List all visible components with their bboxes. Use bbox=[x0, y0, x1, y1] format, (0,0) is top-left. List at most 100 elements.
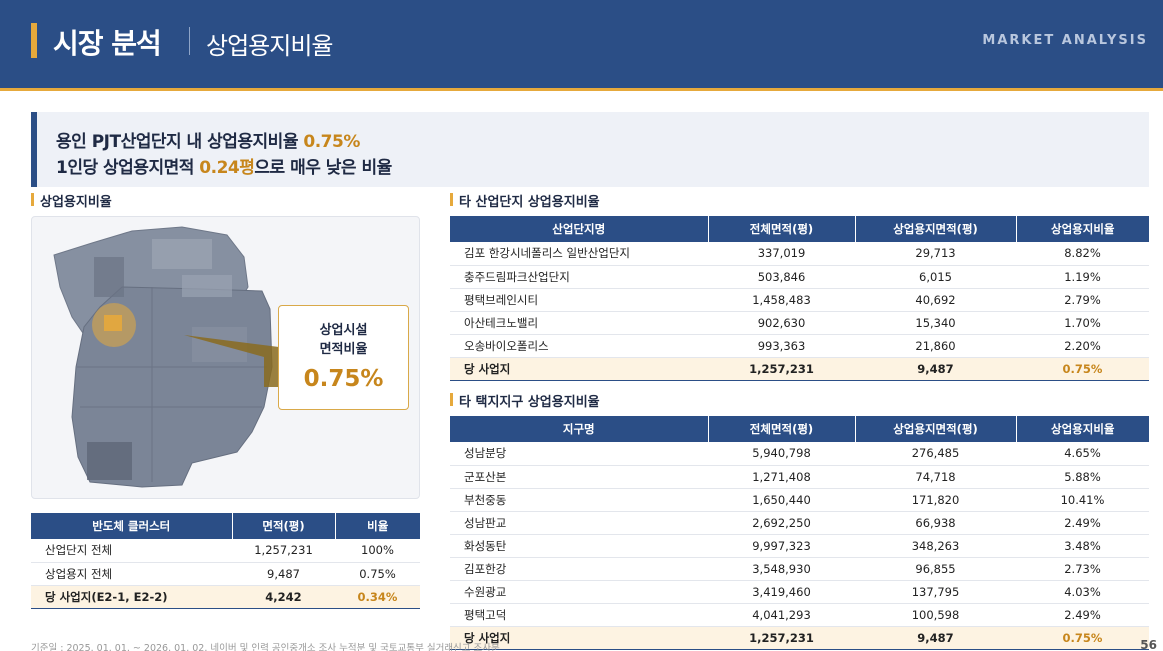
table-cell: 4,041,293 bbox=[708, 603, 855, 627]
housing-district-table: 지구명 전체면적(평) 상업용지면적(평) 상업용지비율 성남분당 5,940,… bbox=[450, 416, 1149, 650]
ratio-callout: 상업시설 면적비율 0.75% bbox=[278, 305, 409, 410]
table-cell: 21,860 bbox=[855, 334, 1016, 358]
summary-line-1-text: 용인 PJT산업단지 내 상업용지비율 bbox=[56, 132, 304, 152]
callout-label: 상업시설 면적비율 bbox=[279, 321, 408, 359]
table-row: 성남분당 5,940,798 276,485 4.65% bbox=[450, 442, 1149, 466]
section-title-commercial-ratio: 상업용지비율 bbox=[31, 191, 112, 210]
footnote: 기준일 : 2025. 01. 01. ~ 2026. 01. 02. 네이버 … bbox=[31, 643, 500, 651]
table-cell: 5.88% bbox=[1016, 465, 1149, 489]
section-title-housing-district: 타 택지지구 상업용지비율 bbox=[450, 391, 600, 410]
table-cell: 산업단지 전체 bbox=[31, 539, 232, 563]
table-cell: 충주드림파크산업단지 bbox=[450, 265, 708, 289]
table-cell: 993,363 bbox=[708, 334, 855, 358]
table-cell: 2.79% bbox=[1016, 288, 1149, 312]
table-cell: 5,940,798 bbox=[708, 442, 855, 466]
table-cell: 화성동탄 bbox=[450, 534, 708, 558]
table-cell: 3,548,930 bbox=[708, 557, 855, 581]
column-header: 상업용지비율 bbox=[1016, 416, 1149, 442]
table-row-highlight: 당 사업지 1,257,231 9,487 0.75% bbox=[450, 626, 1149, 650]
table-row: 부천중동 1,650,440 171,820 10.41% bbox=[450, 488, 1149, 512]
column-header: 비율 bbox=[335, 513, 420, 539]
table-cell: 100% bbox=[335, 539, 420, 563]
table-row: 충주드림파크산업단지 503,846 6,015 1.19% bbox=[450, 265, 1149, 289]
table-cell: 348,263 bbox=[855, 534, 1016, 558]
industrial-complex-table: 산업단지명 전체면적(평) 상업용지면적(평) 상업용지비율 김포 한강시네폴리… bbox=[450, 216, 1149, 381]
summary-line-2: 1인당 상업용지면적 0.24평으로 매우 낮은 비율 bbox=[56, 153, 392, 178]
table-cell: 2.49% bbox=[1016, 603, 1149, 627]
table-row: 김포 한강시네폴리스 일반산업단지 337,019 29,713 8.82% bbox=[450, 242, 1149, 266]
table-cell: 4.03% bbox=[1016, 580, 1149, 604]
table-cell: 0.75% bbox=[1016, 626, 1149, 650]
table-cell: 2.20% bbox=[1016, 334, 1149, 358]
table-cell: 137,795 bbox=[855, 580, 1016, 604]
table-cell: 10.41% bbox=[1016, 488, 1149, 512]
table-cell: 8.82% bbox=[1016, 242, 1149, 266]
table-header-row: 지구명 전체면적(평) 상업용지면적(평) 상업용지비율 bbox=[450, 416, 1149, 442]
table-cell: 평택브레인시티 bbox=[450, 288, 708, 312]
table-cell: 503,846 bbox=[708, 265, 855, 289]
table-cell: 9,487 bbox=[232, 562, 335, 586]
table-cell: 276,485 bbox=[855, 442, 1016, 466]
table-row-highlight: 당 사업지(E2-1, E2-2) 4,242 0.34% bbox=[31, 585, 420, 609]
header-accent-line bbox=[0, 88, 1163, 91]
table-cell: 2,692,250 bbox=[708, 511, 855, 535]
column-header: 지구명 bbox=[450, 416, 709, 442]
table-cell: 오송바이오폴리스 bbox=[450, 334, 708, 358]
table-cell: 김포 한강시네폴리스 일반산업단지 bbox=[450, 242, 708, 266]
table-cell: 1,257,231 bbox=[708, 357, 855, 381]
table-cell: 성남분당 bbox=[450, 442, 708, 466]
table-cell: 96,855 bbox=[855, 557, 1016, 581]
table-cell: 당 사업지(E2-1, E2-2) bbox=[31, 585, 232, 609]
table-cell: 0.75% bbox=[1016, 357, 1149, 381]
table-cell: 아산테크노밸리 bbox=[450, 311, 708, 335]
title-accent-bar bbox=[31, 23, 37, 58]
table-cell: 40,692 bbox=[855, 288, 1016, 312]
page-title: 시장 분석 bbox=[53, 27, 162, 60]
table-cell: 1.70% bbox=[1016, 311, 1149, 335]
table-cell: 171,820 bbox=[855, 488, 1016, 512]
table-row: 성남판교 2,692,250 66,938 2.49% bbox=[450, 511, 1149, 535]
table-cell: 9,997,323 bbox=[708, 534, 855, 558]
table-cell: 김포한강 bbox=[450, 557, 708, 581]
column-header: 반도체 클러스터 bbox=[31, 513, 233, 539]
table-row: 상업용지 전체 9,487 0.75% bbox=[31, 562, 420, 586]
summary-line-2-value: 0.24평 bbox=[199, 158, 255, 178]
table-cell: 66,938 bbox=[855, 511, 1016, 535]
table-cell: 337,019 bbox=[708, 242, 855, 266]
table-cell: 2.49% bbox=[1016, 511, 1149, 535]
table-cell: 부천중동 bbox=[450, 488, 708, 512]
table-cell: 1.19% bbox=[1016, 265, 1149, 289]
section-title-industrial: 타 산업단지 상업용지비율 bbox=[450, 191, 600, 210]
table-cell: 1,257,231 bbox=[232, 539, 335, 563]
table-row: 김포한강 3,548,930 96,855 2.73% bbox=[450, 557, 1149, 581]
cluster-table: 반도체 클러스터 면적(평) 비율 산업단지 전체 1,257,231 100%… bbox=[31, 513, 420, 609]
table-cell: 902,630 bbox=[708, 311, 855, 335]
table-cell: 성남판교 bbox=[450, 511, 708, 535]
summary-box: 용인 PJT산업단지 내 상업용지비율 0.75% 1인당 상업용지면적 0.2… bbox=[31, 112, 1149, 187]
summary-line-1: 용인 PJT산업단지 내 상업용지비율 0.75% bbox=[56, 127, 360, 152]
column-header: 상업용지면적(평) bbox=[855, 416, 1017, 442]
table-row-highlight: 당 사업지 1,257,231 9,487 0.75% bbox=[450, 357, 1149, 381]
table-cell: 평택고덕 bbox=[450, 603, 708, 627]
table-row: 평택브레인시티 1,458,483 40,692 2.79% bbox=[450, 288, 1149, 312]
table-cell: 15,340 bbox=[855, 311, 1016, 335]
section-tag: MARKET ANALYSIS bbox=[982, 33, 1148, 48]
page-subtitle: 상업용지비율 bbox=[206, 32, 333, 60]
table-cell: 1,458,483 bbox=[708, 288, 855, 312]
table-cell: 3.48% bbox=[1016, 534, 1149, 558]
table-row: 평택고덕 4,041,293 100,598 2.49% bbox=[450, 603, 1149, 627]
table-cell: 9,487 bbox=[855, 626, 1016, 650]
table-cell: 당 사업지 bbox=[450, 357, 708, 381]
table-row: 수원광교 3,419,460 137,795 4.03% bbox=[450, 580, 1149, 604]
column-header: 상업용지비율 bbox=[1016, 216, 1149, 242]
table-cell: 수원광교 bbox=[450, 580, 708, 604]
table-cell: 0.34% bbox=[335, 585, 420, 609]
table-cell: 0.75% bbox=[335, 562, 420, 586]
table-row: 오송바이오폴리스 993,363 21,860 2.20% bbox=[450, 334, 1149, 358]
table-header-row: 반도체 클러스터 면적(평) 비율 bbox=[31, 513, 420, 539]
column-header: 상업용지면적(평) bbox=[855, 216, 1017, 242]
table-row: 산업단지 전체 1,257,231 100% bbox=[31, 539, 420, 563]
table-cell: 29,713 bbox=[855, 242, 1016, 266]
column-header: 면적(평) bbox=[232, 513, 336, 539]
table-cell: 2.73% bbox=[1016, 557, 1149, 581]
